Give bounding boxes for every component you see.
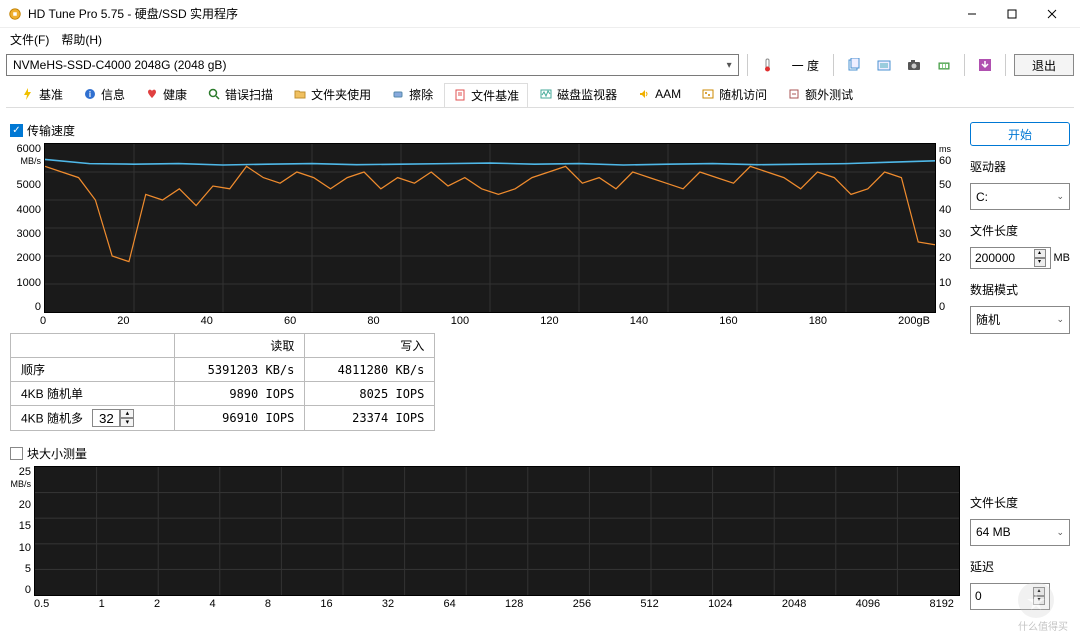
filelen2-select[interactable]: 64 MB⌄ — [970, 519, 1070, 546]
mode-select[interactable]: 随机⌄ — [970, 306, 1070, 333]
minimize-button[interactable] — [952, 0, 992, 28]
title-bar: HD Tune Pro 5.75 - 硬盘/SSD 实用程序 — [0, 0, 1080, 28]
right-panel: 开始 驱动器 C:⌄ 文件长度 200000 ▴▾ MB 数据模式 随机⌄ 文件… — [970, 118, 1070, 610]
driver-select[interactable]: C:⌄ — [970, 183, 1070, 210]
eraser-icon — [391, 87, 405, 101]
tab-file-benchmark[interactable]: 文件基准 — [444, 83, 528, 107]
rand1-read-value: 9890 IOPS — [175, 382, 305, 406]
seq-read-value: 5391203 KB/s — [175, 358, 305, 382]
tab-health[interactable]: 健康 — [136, 82, 196, 106]
copy-info-icon[interactable] — [842, 54, 866, 76]
monitor-icon — [539, 87, 553, 101]
exit-button[interactable]: 退出 — [1014, 54, 1074, 76]
chart-legend: 读取 写入 — [887, 466, 959, 469]
threads-spinner[interactable]: ▴▾ — [92, 409, 134, 427]
x-axis-2: 0.512481632641282565121024204840968192 — [10, 596, 960, 610]
screenshot-icon[interactable] — [902, 54, 926, 76]
tabs-bar: 基准 i信息 健康 错误扫描 文件夹使用 擦除 文件基准 磁盘监视器 AAM 随… — [6, 80, 1074, 108]
mode-label: 数据模式 — [970, 281, 1070, 298]
col-read: 读取 — [175, 334, 305, 358]
filebench-icon — [453, 88, 467, 102]
block-size-chart: 25 MB/s20151050 读取 写入 — [10, 466, 960, 596]
row-4k-multi: 4KB 随机多 ▴▾ — [11, 406, 175, 431]
col-write: 写入 — [305, 334, 435, 358]
x-axis: 020406080100120140160180200gB — [10, 313, 960, 327]
driver-label: 驱动器 — [970, 158, 1070, 175]
tab-random-access[interactable]: 随机访问 — [692, 82, 776, 106]
drive-select-value: NVMeHS-SSD-C4000 2048G (2048 gB) — [13, 58, 226, 72]
transfer-speed-checkbox[interactable]: ✓ — [10, 124, 23, 137]
filelen2-label: 文件长度 — [970, 494, 1070, 511]
results-table: 读取 写入 顺序 5391203 KB/s 4811280 KB/s 4KB 随… — [10, 333, 435, 431]
watermark: 什么值得买 — [1018, 582, 1068, 633]
menu-file[interactable]: 文件(F) — [4, 31, 55, 48]
threads-input[interactable] — [92, 409, 120, 427]
window-title: HD Tune Pro 5.75 - 硬盘/SSD 实用程序 — [28, 5, 952, 22]
tab-info[interactable]: i信息 — [74, 82, 134, 106]
menu-bar: 文件(F) 帮助(H) — [0, 28, 1080, 50]
chart2-plot-area: 读取 写入 — [34, 466, 960, 596]
randm-read-value: 96910 IOPS — [175, 406, 305, 431]
main-content: ✓ 传输速度 6000 MB/s500040003000200010000 ms… — [0, 108, 1080, 620]
drive-select[interactable]: NVMeHS-SSD-C4000 2048G (2048 gB) ▾ — [6, 54, 739, 76]
threads-down[interactable]: ▾ — [120, 418, 134, 427]
chart-plot-area — [44, 143, 936, 313]
y-axis-left: 6000 MB/s500040003000200010000 — [10, 143, 44, 313]
heart-icon — [145, 87, 159, 101]
threads-up[interactable]: ▴ — [120, 409, 134, 418]
chevron-down-icon: ▾ — [727, 60, 732, 71]
transfer-speed-label: 传输速度 — [27, 122, 75, 139]
row-4k-single: 4KB 随机单 — [11, 382, 175, 406]
copy-screenshot-icon[interactable] — [872, 54, 896, 76]
app-icon — [8, 7, 22, 21]
block-size-label: 块大小测量 — [27, 445, 87, 462]
seq-write-value: 4811280 KB/s — [305, 358, 435, 382]
search-icon — [207, 87, 221, 101]
tab-disk-monitor[interactable]: 磁盘监视器 — [530, 82, 626, 106]
extra-icon — [787, 87, 801, 101]
menu-help[interactable]: 帮助(H) — [55, 31, 108, 48]
randm-write-value: 23374 IOPS — [305, 406, 435, 431]
delay-label: 延迟 — [970, 558, 1070, 575]
transfer-chart: 6000 MB/s500040003000200010000 ms 605040… — [10, 143, 960, 313]
start-button[interactable]: 开始 — [970, 122, 1070, 146]
bolt-icon — [21, 87, 35, 101]
temperature-text: 一 度 — [786, 57, 825, 74]
row-sequential: 顺序 — [11, 358, 175, 382]
speaker-icon — [637, 87, 651, 101]
folder-icon — [293, 87, 307, 101]
tab-erase[interactable]: 擦除 — [382, 82, 442, 106]
tab-folder-usage[interactable]: 文件夹使用 — [284, 82, 380, 106]
y-axis-right: ms 6050403020100 — [936, 143, 960, 313]
tab-extra-tests[interactable]: 额外测试 — [778, 82, 862, 106]
filelen1-label: 文件长度 — [970, 222, 1070, 239]
svg-text:i: i — [89, 90, 91, 99]
random-icon — [701, 87, 715, 101]
toolbar: NVMeHS-SSD-C4000 2048G (2048 gB) ▾ 一 度 退… — [0, 50, 1080, 80]
tab-error-scan[interactable]: 错误扫描 — [198, 82, 282, 106]
tab-aam[interactable]: AAM — [628, 83, 690, 104]
filelen1-input[interactable]: 200000 ▴▾ — [970, 247, 1051, 269]
block-size-checkbox[interactable] — [10, 447, 23, 460]
save-icon[interactable] — [973, 54, 997, 76]
tab-benchmark[interactable]: 基准 — [12, 82, 72, 106]
y-axis-left-2: 25 MB/s20151050 — [10, 466, 34, 596]
rand1-write-value: 8025 IOPS — [305, 382, 435, 406]
settings-icon[interactable] — [932, 54, 956, 76]
maximize-button[interactable] — [992, 0, 1032, 28]
close-button[interactable] — [1032, 0, 1072, 28]
info-icon: i — [83, 87, 97, 101]
temperature-icon[interactable] — [756, 54, 780, 76]
